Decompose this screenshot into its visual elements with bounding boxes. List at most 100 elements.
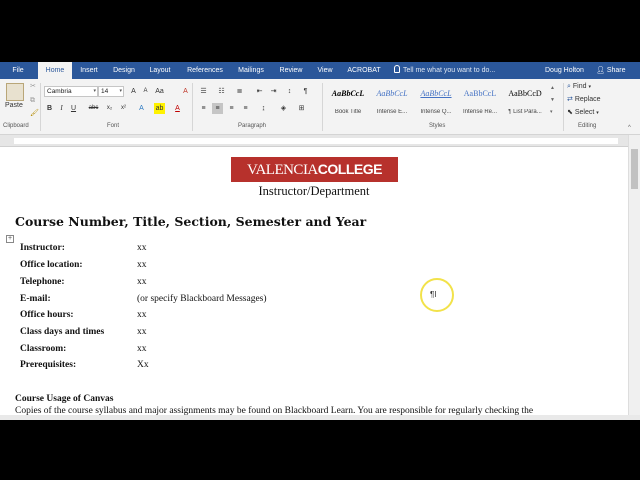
logo-suffix: COLLEGE — [317, 161, 383, 177]
tell-me-box[interactable]: Tell me what you want to do... — [394, 64, 524, 77]
style-sample: AaBbCcD — [508, 89, 542, 98]
status-strip — [0, 415, 640, 420]
sort-icon[interactable]: ↕ — [284, 86, 295, 97]
align-left-icon[interactable]: ≡ — [198, 103, 209, 114]
lightbulb-icon — [394, 65, 400, 73]
font-size-combo[interactable]: 14 ▾ — [98, 86, 124, 97]
info-label-email: E-mail: — [20, 294, 51, 304]
copy-icon[interactable]: ⧉ — [30, 96, 35, 106]
document-page[interactable]: VALENCIACOLLEGE Instructor/Department Co… — [0, 147, 628, 415]
chevron-down-icon: ▾ — [596, 110, 599, 116]
logo-prefix: VALENCIA — [247, 162, 318, 178]
horizontal-ruler[interactable] — [0, 135, 640, 147]
info-label-office-location: Office location: — [20, 260, 83, 270]
replace-icon: ⇄ — [567, 96, 573, 103]
subscript-icon[interactable]: x₂ — [104, 103, 115, 114]
tab-home[interactable]: Home — [38, 62, 72, 79]
chevron-down-icon: ▾ — [119, 88, 122, 94]
clear-formatting-icon[interactable]: A — [180, 86, 191, 97]
font-name-combo[interactable]: Cambria ▾ — [44, 86, 98, 97]
grow-font-icon[interactable]: A — [128, 86, 139, 97]
info-label-instructor: Instructor: — [20, 243, 65, 253]
table-move-handle-icon[interactable]: + — [6, 235, 14, 243]
info-value-class-days: xx — [137, 327, 147, 337]
justify-icon[interactable]: ≡ — [240, 103, 251, 114]
style-list-paragraph[interactable]: AaBbCcD ¶ List Para... — [503, 83, 547, 121]
shading-icon[interactable]: ◈ — [278, 103, 289, 114]
info-label-prerequisites: Prerequisites: — [20, 360, 77, 370]
tell-me-text: Tell me what you want to do... — [403, 67, 496, 74]
superscript-icon[interactable]: x² — [118, 103, 129, 114]
tab-layout[interactable]: Layout — [144, 62, 176, 79]
style-intense-emphasis[interactable]: AaBbCcL Intense E... — [370, 83, 414, 121]
replace-button[interactable]: ⇄ Replace — [567, 95, 601, 105]
department-line: Instructor/Department — [258, 184, 370, 198]
bullets-icon[interactable]: ☰ — [198, 86, 209, 97]
styles-more-icon[interactable]: ▾ — [550, 107, 553, 117]
cut-icon[interactable]: ✂ — [30, 82, 36, 92]
college-logo: VALENCIACOLLEGE — [231, 157, 398, 182]
styles-scroll-down-icon[interactable]: ▼ — [550, 95, 555, 105]
share-label: Share — [606, 67, 626, 74]
tab-review[interactable]: Review — [274, 62, 308, 79]
style-sample: AaBbCcL — [420, 89, 452, 98]
paragraph-group-label: Paragraph — [238, 123, 267, 129]
bold-icon[interactable]: B — [44, 103, 55, 114]
tab-view[interactable]: View — [312, 62, 338, 79]
style-book-title[interactable]: AaBbCcL Book Title — [326, 83, 370, 121]
numbering-icon[interactable]: ☷ — [216, 86, 227, 97]
scrollbar-thumb[interactable] — [631, 149, 638, 189]
italic-icon[interactable]: I — [56, 103, 67, 114]
underline-icon[interactable]: U — [68, 103, 79, 114]
tab-mailings[interactable]: Mailings — [232, 62, 270, 79]
info-label-classroom: Classroom: — [20, 344, 67, 354]
shrink-font-icon[interactable]: A — [140, 86, 151, 97]
vertical-scrollbar[interactable] — [628, 135, 640, 415]
style-name: Intense Re... — [462, 109, 498, 115]
change-case-icon[interactable]: Aa — [154, 86, 165, 97]
info-value-instructor: xx — [137, 243, 147, 253]
font-color-icon[interactable]: A — [172, 103, 183, 114]
separator — [192, 83, 193, 131]
ribbon: Paste ✂ ⧉ 🖌︎ Clipboard Cambria ▾ 14 ▾ A A … — [0, 79, 640, 135]
chevron-down-icon: ▾ — [93, 88, 96, 94]
ruler-track — [14, 138, 618, 144]
find-label: Find — [572, 83, 587, 90]
tab-design[interactable]: Design — [108, 62, 140, 79]
paste-label[interactable]: Paste — [5, 101, 23, 111]
align-center-icon[interactable]: ≡ — [212, 103, 223, 114]
paste-icon[interactable] — [6, 83, 24, 101]
increase-indent-icon[interactable]: ⇥ — [268, 86, 279, 97]
ribbon-tab-bar: File Home Insert Design Layout Reference… — [0, 62, 640, 79]
tab-insert[interactable]: Insert — [74, 62, 104, 79]
course-title: Course Number, Title, Section, Semester … — [15, 214, 367, 229]
magnifier-icon: ⌕ — [567, 83, 571, 90]
tab-file[interactable]: File — [4, 62, 32, 79]
share-button[interactable]: 👤︎ Share — [596, 62, 626, 79]
style-intense-reference[interactable]: AaBbCcL Intense Re... — [458, 83, 502, 121]
highlight-icon[interactable]: ab — [154, 103, 165, 114]
borders-icon[interactable]: ⊞ — [296, 103, 307, 114]
format-painter-icon[interactable]: 🖌︎ — [30, 109, 39, 119]
strikethrough-icon[interactable]: abc — [88, 103, 99, 114]
separator — [563, 83, 564, 131]
multilevel-list-icon[interactable]: ≣ — [234, 86, 245, 97]
styles-scroll-up-icon[interactable]: ▲ — [550, 83, 555, 93]
line-spacing-icon[interactable]: ↨ — [258, 103, 269, 114]
decrease-indent-icon[interactable]: ⇤ — [254, 86, 265, 97]
style-intense-quote[interactable]: AaBbCcL Intense Q... — [414, 83, 458, 121]
text-effects-icon[interactable]: A — [136, 103, 147, 114]
style-name: Book Title — [334, 109, 362, 115]
tab-references[interactable]: References — [182, 62, 228, 79]
tab-acrobat[interactable]: ACROBAT — [342, 62, 386, 79]
editing-group-label: Editing — [578, 123, 597, 129]
align-right-icon[interactable]: ≡ — [226, 103, 237, 114]
canvas-paragraph: Copies of the course syllabus and major … — [15, 406, 534, 415]
select-button[interactable]: ⬉ Select ▾ — [567, 108, 599, 118]
collapse-ribbon-icon[interactable]: ^ — [628, 123, 631, 133]
user-name[interactable]: Doug Holton — [545, 62, 584, 79]
show-marks-icon[interactable]: ¶ — [300, 86, 311, 97]
find-button[interactable]: ⌕ Find ▾ — [567, 82, 591, 92]
info-label-office-hours: Office hours: — [20, 310, 74, 320]
pointer-icon: ⬉ — [567, 109, 573, 116]
